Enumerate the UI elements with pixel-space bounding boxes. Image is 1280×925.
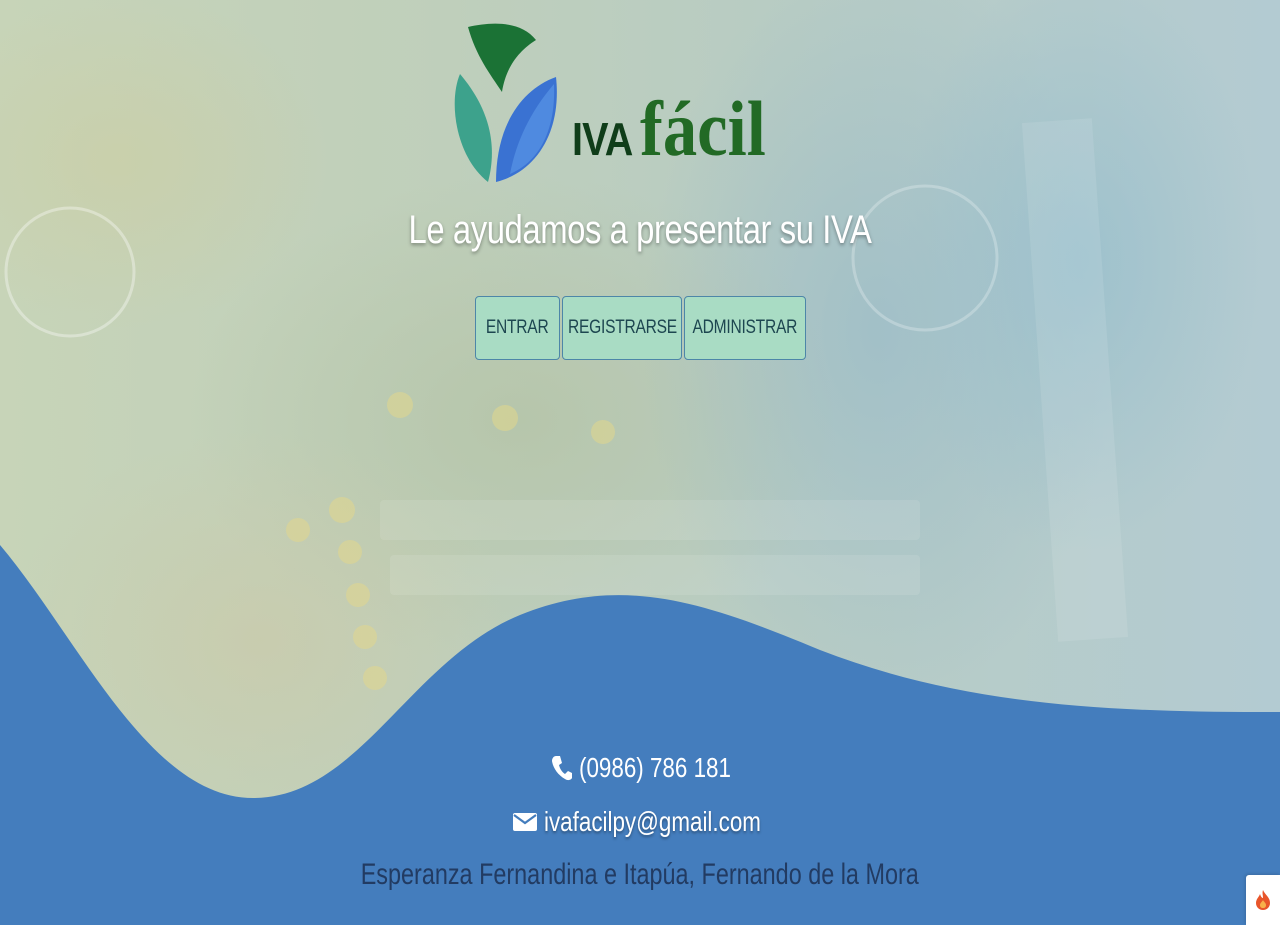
administrar-button[interactable]: ADMINISTRAR xyxy=(684,296,806,360)
address: Esperanza Fernandina e Itapúa, Fernando … xyxy=(0,858,1280,892)
envelope-icon xyxy=(513,813,538,831)
registrarse-button[interactable]: REGISTRARSE xyxy=(562,296,682,360)
logo-iva-text: IVA xyxy=(572,113,633,165)
iva-facil-logo: IVA fácil xyxy=(450,22,840,187)
administrar-button-label: ADMINISTRAR xyxy=(692,317,798,338)
corner-badge[interactable] xyxy=(1246,875,1280,925)
action-buttons: ENTRAR REGISTRARSE ADMINISTRAR xyxy=(475,296,806,360)
email-address[interactable]: ivafacilpy@gmail.com xyxy=(544,806,761,838)
contact-email: ivafacilpy@gmail.com xyxy=(0,806,1280,840)
entrar-button[interactable]: ENTRAR xyxy=(475,296,560,360)
leaf-logo-icon xyxy=(454,23,557,182)
phone-number[interactable]: (0986) 786 181 xyxy=(579,752,731,784)
phone-icon xyxy=(552,756,573,781)
logo-facil-text: fácil xyxy=(640,85,767,172)
address-text: Esperanza Fernandina e Itapúa, Fernando … xyxy=(360,858,920,891)
entrar-button-label: ENTRAR xyxy=(486,317,549,338)
contact-phone: (0986) 786 181 xyxy=(0,752,1280,788)
registrarse-button-label: REGISTRARSE xyxy=(567,317,677,338)
tagline: Le ayudamos a presentar su IVA xyxy=(408,208,872,252)
flame-icon xyxy=(1256,890,1270,910)
